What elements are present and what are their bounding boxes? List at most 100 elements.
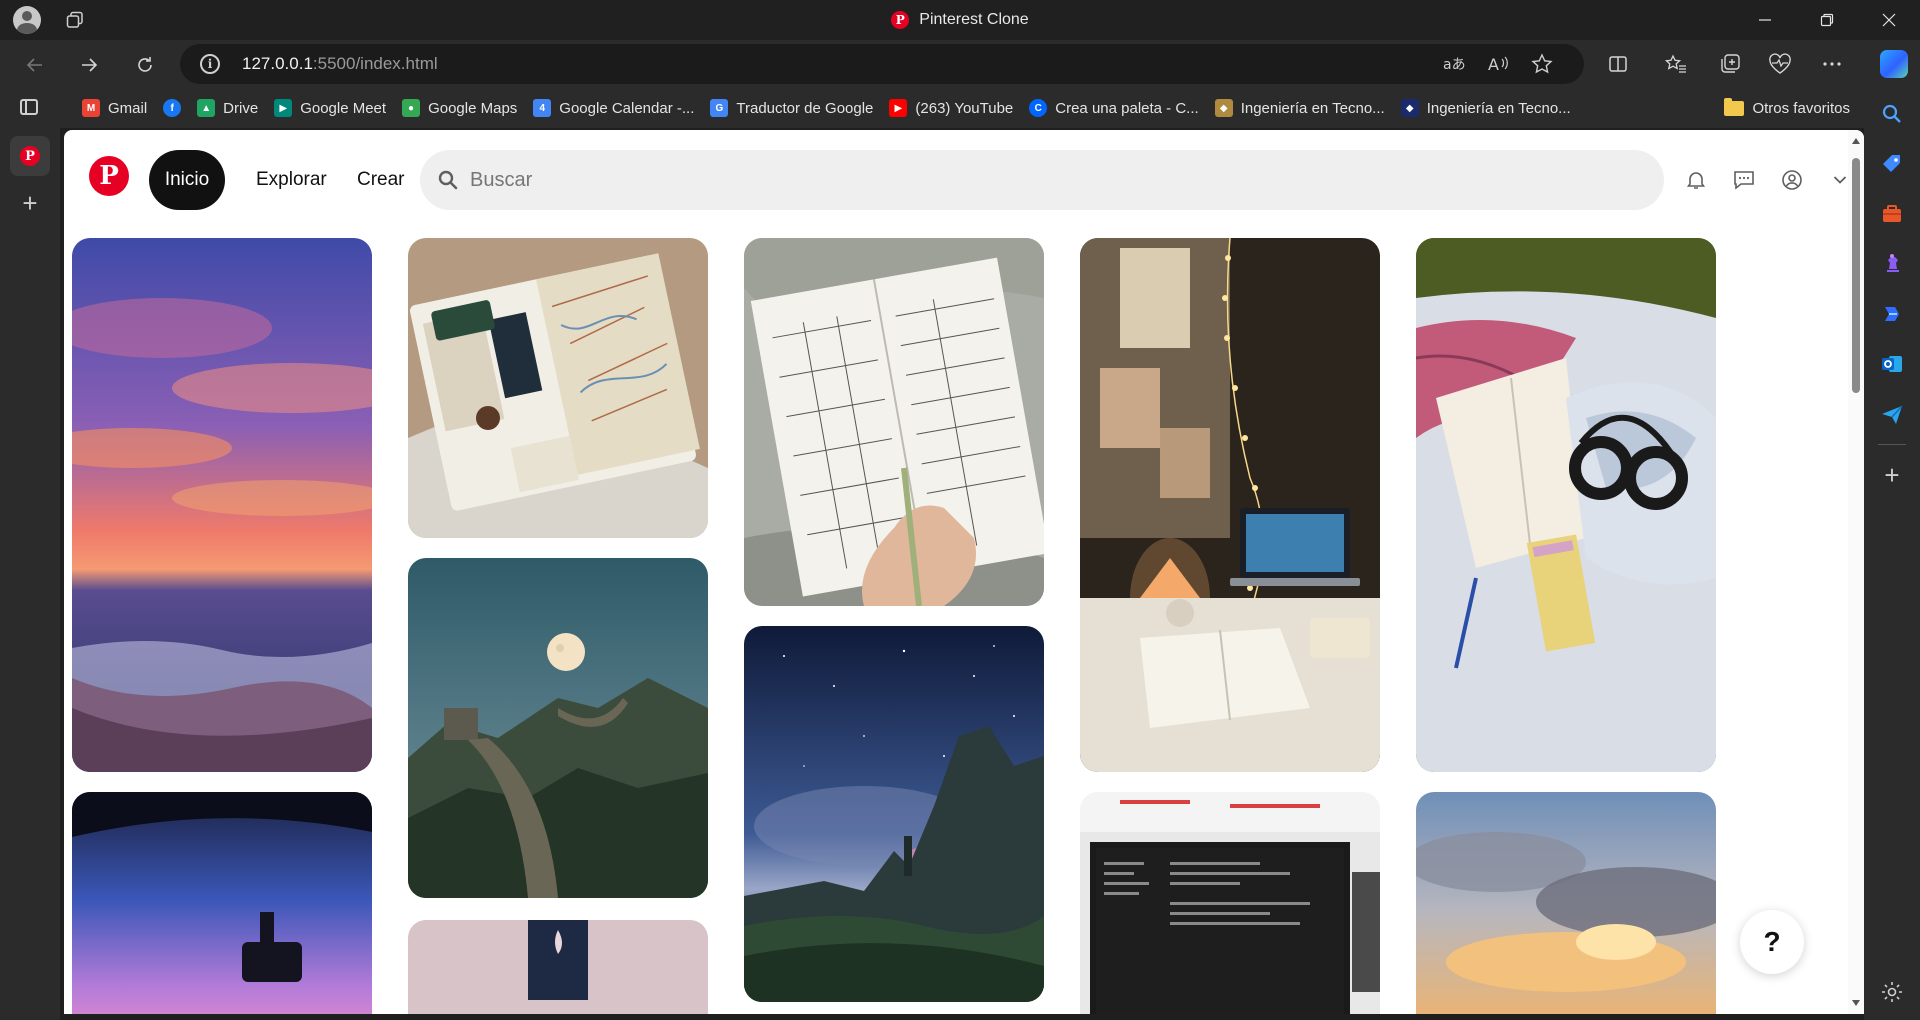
games-chess-icon[interactable]: [1880, 252, 1904, 276]
favorite-label: Traductor de Google: [736, 99, 874, 117]
add-sidebar-app-button[interactable]: +: [1880, 462, 1904, 488]
window-title-text: Pinterest Clone: [919, 11, 1029, 28]
scroll-down-arrow-icon[interactable]: [1852, 1000, 1860, 1006]
help-button[interactable]: ?: [1740, 910, 1804, 974]
profile-account-icon[interactable]: [1780, 168, 1804, 192]
edge-sidebar: +: [1864, 88, 1920, 1020]
new-tab-button[interactable]: +: [18, 190, 42, 216]
favorite-item[interactable]: ◆ Ingeniería en Tecno...: [1397, 99, 1583, 117]
refresh-icon: [138, 57, 152, 72]
site-info-icon[interactable]: i: [200, 54, 220, 74]
url-text[interactable]: 127.0.0.1:5500/index.html: [242, 44, 438, 84]
pin-image: [408, 558, 708, 898]
favorite-item[interactable]: f: [159, 99, 193, 117]
address-bar[interactable]: i 127.0.0.1:5500/index.html aあ A: [180, 44, 1584, 84]
pin-travel-journal[interactable]: [408, 238, 708, 538]
workspaces-icon[interactable]: [66, 11, 84, 29]
youtube-icon: ▶: [889, 99, 908, 117]
pin-image: [1080, 238, 1380, 772]
university-icon: ◆: [1400, 99, 1419, 117]
sidebar-search-icon[interactable]: [1880, 102, 1904, 126]
minimize-icon: [1759, 19, 1771, 21]
shopping-tag-icon[interactable]: [1880, 152, 1904, 176]
title-bar: P Pinterest Clone: [0, 0, 1920, 40]
read-aloud-icon[interactable]: A: [1486, 52, 1510, 76]
favorite-item[interactable]: ◆ Ingeniería en Tecno...: [1211, 99, 1397, 117]
other-favorites-label: Otros favoritos: [1752, 99, 1850, 117]
favorite-item[interactable]: G Traductor de Google: [706, 99, 885, 117]
pin-great-wall-moon[interactable]: [408, 558, 708, 898]
split-screen-button[interactable]: [1604, 50, 1632, 78]
pin-car-sunset[interactable]: [72, 792, 372, 1014]
tab-pinterest-clone[interactable]: P: [10, 136, 50, 176]
minimize-button[interactable]: [1734, 0, 1796, 40]
favorite-label: Google Meet: [300, 99, 387, 117]
add-favorite-star-icon[interactable]: [1530, 52, 1554, 76]
favorite-label: Drive: [223, 99, 259, 117]
back-button[interactable]: [20, 50, 50, 80]
pin-calendar-notebook[interactable]: [744, 238, 1044, 606]
collections-button[interactable]: [1716, 50, 1744, 78]
sidebar-settings-gear-icon[interactable]: [1880, 980, 1904, 1004]
split-screen-icon: [1609, 56, 1627, 72]
favorite-item[interactable]: ● Google Maps: [398, 99, 529, 117]
drop-send-icon[interactable]: [1880, 402, 1904, 426]
other-favorites-folder[interactable]: Otros favoritos: [1724, 88, 1850, 128]
folder-icon: [1724, 97, 1745, 116]
pin-image: [744, 238, 1044, 606]
scroll-up-arrow-icon[interactable]: [1852, 138, 1860, 144]
favorites-bar: M Gmail f ▲ Drive ▶ Google Meet ● Google Maps 4 Go…: [0, 88, 1920, 128]
translate-page-icon[interactable]: aあ: [1442, 52, 1466, 76]
calendar-icon: 4: [533, 99, 552, 117]
close-window-button[interactable]: [1858, 0, 1920, 40]
copilot-sidebar-icon[interactable]: [1880, 302, 1904, 326]
favorite-label: Google Maps: [428, 99, 518, 117]
nav-home-button[interactable]: Inicio: [149, 150, 225, 210]
favorite-item[interactable]: ▲ Drive: [193, 99, 270, 117]
pin-pink-room[interactable]: [408, 920, 708, 1014]
favorite-item[interactable]: 4 Google Calendar -...: [529, 99, 706, 117]
refresh-button[interactable]: [130, 50, 160, 80]
restore-button[interactable]: [1796, 0, 1858, 40]
vertical-tabs-icon[interactable]: [20, 99, 38, 115]
pinterest-logo-icon[interactable]: P: [89, 156, 129, 196]
forward-button[interactable]: [74, 50, 104, 80]
pin-picnic-book[interactable]: [1416, 238, 1716, 772]
favorite-item[interactable]: C Crea una paleta - C...: [1025, 99, 1210, 117]
maps-icon: ●: [402, 99, 421, 117]
search-bar[interactable]: [420, 150, 1664, 210]
favorite-item[interactable]: ▶ Google Meet: [270, 99, 398, 117]
profile-avatar-icon[interactable]: [13, 6, 41, 34]
pin-cloud-sunset[interactable]: [1416, 792, 1716, 1014]
favorite-item[interactable]: M Gmail: [78, 99, 159, 117]
pin-sunset-sea[interactable]: [72, 238, 372, 772]
address-bar-row: i 127.0.0.1:5500/index.html aあ A: [0, 40, 1920, 88]
favorite-label: Crea una paleta - C...: [1055, 99, 1199, 117]
pin-image: [72, 792, 372, 1014]
nav-explore-link[interactable]: Explorar: [256, 150, 327, 210]
favorite-label: (263) YouTube: [915, 99, 1014, 117]
browser-essentials-button[interactable]: [1766, 50, 1794, 78]
copilot-icon[interactable]: [1880, 50, 1908, 78]
favorites-button[interactable]: [1662, 50, 1690, 78]
notifications-bell-icon[interactable]: [1684, 168, 1708, 192]
pin-cozy-desk[interactable]: [1080, 238, 1380, 772]
facebook-icon: f: [163, 99, 182, 117]
outlook-icon[interactable]: [1880, 352, 1904, 376]
pin-night-mountains[interactable]: [744, 626, 1044, 1002]
pin-code-monitor[interactable]: [1080, 792, 1380, 1014]
tools-briefcase-icon[interactable]: [1880, 202, 1904, 226]
settings-more-button[interactable]: [1818, 50, 1846, 78]
favorite-label: Gmail: [108, 99, 148, 117]
forward-arrow-icon: [82, 58, 98, 72]
favorite-item[interactable]: ▶ (263) YouTube: [885, 99, 1025, 117]
favorites-list-icon: [1665, 54, 1686, 73]
page-scrollbar[interactable]: [1848, 130, 1864, 1014]
pin-image: [408, 238, 708, 538]
nav-create-link[interactable]: Crear: [357, 150, 405, 210]
scroll-thumb[interactable]: [1852, 158, 1860, 393]
back-arrow-icon: [26, 58, 42, 72]
search-input[interactable]: [470, 150, 1620, 210]
coolors-icon: C: [1029, 99, 1048, 117]
messages-chat-icon[interactable]: [1732, 168, 1756, 192]
